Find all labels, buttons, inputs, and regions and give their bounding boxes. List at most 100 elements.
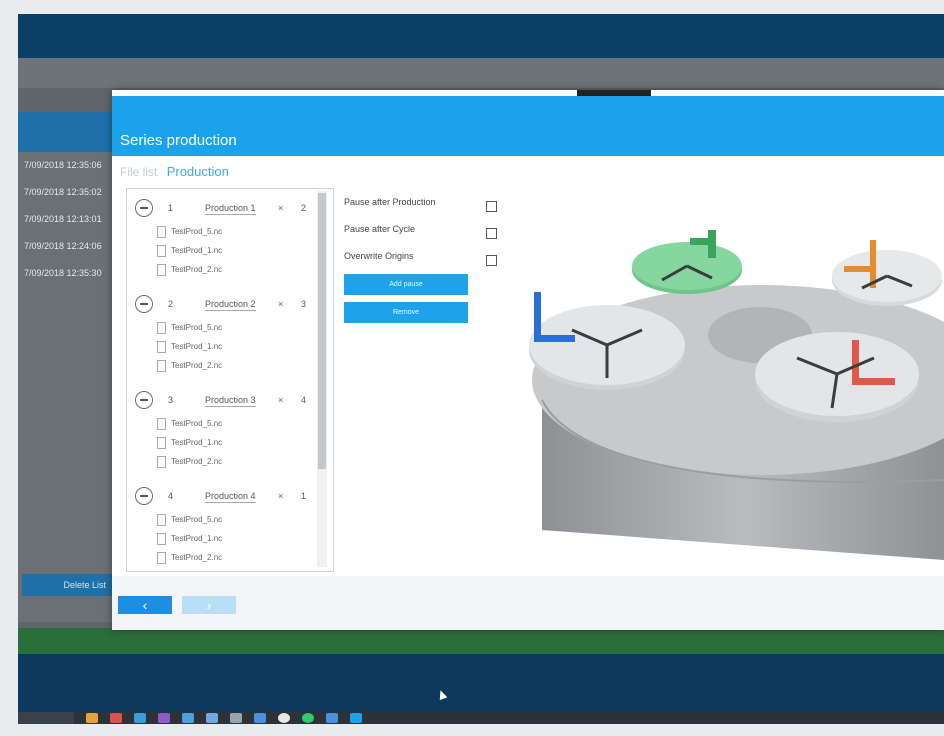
- production-number: 1: [168, 203, 174, 213]
- chevron-right-icon[interactable]: ›: [182, 596, 236, 614]
- pause-after-production-label: Pause after Production: [344, 197, 436, 207]
- pause-after-cycle-label: Pause after Cycle: [344, 224, 416, 234]
- minus-circle-icon[interactable]: [135, 391, 153, 409]
- production-name-field[interactable]: Production 4: [205, 491, 256, 503]
- file-row[interactable]: TestProd_2.nc: [135, 357, 315, 376]
- file-row[interactable]: TestProd_2.nc: [135, 453, 315, 472]
- app-toolbar-band: [18, 58, 944, 88]
- file-name: TestProd_5.nc: [171, 515, 223, 524]
- minus-circle-icon[interactable]: [135, 487, 153, 505]
- taskbar-app-icon[interactable]: [206, 713, 218, 723]
- taskbar-app-icon[interactable]: [110, 713, 122, 723]
- delete-list-button[interactable]: Delete List: [22, 574, 112, 596]
- option-row: Pause after Cycle: [344, 217, 504, 244]
- pause-after-cycle-checkbox[interactable]: [486, 228, 497, 239]
- taskbar-app-icon[interactable]: [158, 713, 170, 723]
- file-name: TestProd_1.nc: [171, 246, 223, 255]
- taskbar-app-icon[interactable]: [350, 713, 362, 723]
- production-number: 2: [168, 299, 174, 309]
- breadcrumb-file-list[interactable]: File list: [120, 165, 157, 179]
- file-name: TestProd_2.nc: [171, 457, 223, 466]
- add-pause-button[interactable]: Add pause: [344, 274, 468, 295]
- timestamp[interactable]: 7/09/2018 12:24:06: [18, 233, 112, 260]
- app-lower-band: [18, 654, 944, 712]
- multiplier-sign: ×: [278, 491, 284, 501]
- file-icon: [157, 226, 166, 238]
- file-row[interactable]: TestProd_1.nc: [135, 530, 315, 549]
- production-number: 4: [168, 491, 174, 501]
- taskbar-app-icon[interactable]: [278, 713, 290, 723]
- production-count[interactable]: 4: [301, 395, 306, 405]
- taskbar-app-icon[interactable]: [86, 713, 98, 723]
- overwrite-origins-label: Overwrite Origins: [344, 251, 414, 261]
- production-number: 3: [168, 395, 174, 405]
- file-row[interactable]: TestProd_2.nc: [135, 549, 315, 568]
- file-icon: [157, 245, 166, 257]
- machine-3d-view[interactable]: [512, 230, 944, 560]
- file-icon: [157, 437, 166, 449]
- chevron-left-icon[interactable]: ‹: [118, 596, 172, 614]
- production-count[interactable]: 1: [301, 491, 306, 501]
- timestamp[interactable]: 7/09/2018 12:35:02: [18, 179, 112, 206]
- breadcrumb: File list Production: [120, 164, 229, 179]
- file-icon: [157, 264, 166, 276]
- status-strip: [18, 628, 944, 654]
- file-icon: [157, 533, 166, 545]
- file-name: TestProd_2.nc: [171, 361, 223, 370]
- file-icon: [157, 341, 166, 353]
- pause-after-production-checkbox[interactable]: [486, 201, 497, 212]
- breadcrumb-current: Production: [166, 164, 229, 179]
- file-name: TestProd_5.nc: [171, 227, 223, 236]
- production-name-field[interactable]: Production 2: [205, 299, 256, 311]
- file-row[interactable]: TestProd_5.nc: [135, 415, 315, 434]
- taskbar: [18, 712, 944, 724]
- production-row: 3 Production 3 × 4: [135, 387, 315, 415]
- timestamp[interactable]: 7/09/2018 12:13:01: [18, 206, 112, 233]
- file-icon: [157, 418, 166, 430]
- file-name: TestProd_5.nc: [171, 323, 223, 332]
- file-icon: [157, 514, 166, 526]
- taskbar-app-icon[interactable]: [230, 713, 242, 723]
- taskbar-app-icon[interactable]: [326, 713, 338, 723]
- overwrite-origins-checkbox[interactable]: [486, 255, 497, 266]
- production-count[interactable]: 3: [301, 299, 306, 309]
- file-name: TestProd_1.nc: [171, 534, 223, 543]
- minus-circle-icon[interactable]: [135, 295, 153, 313]
- file-row[interactable]: TestProd_5.nc: [135, 319, 315, 338]
- remove-button[interactable]: Remove: [344, 302, 468, 323]
- production-row: 1 Production 1 × 2: [135, 195, 315, 223]
- file-name: TestProd_1.nc: [171, 438, 223, 447]
- file-row[interactable]: TestProd_1.nc: [135, 434, 315, 453]
- production-list-panel: 1 Production 1 × 2 TestProd_5.nc TestPro…: [126, 188, 334, 572]
- series-production-dialog: Series production File list Production 1…: [112, 90, 944, 630]
- taskbar-app-icon[interactable]: [134, 713, 146, 723]
- production-row: 2 Production 2 × 3: [135, 291, 315, 319]
- production-count[interactable]: 2: [301, 203, 306, 213]
- app-topbar: [18, 14, 944, 58]
- file-row[interactable]: TestProd_5.nc: [135, 511, 315, 530]
- production-item: 2 Production 2 × 3 TestProd_5.nc TestPro…: [135, 291, 315, 376]
- minus-circle-icon[interactable]: [135, 199, 153, 217]
- taskbar-app-icon[interactable]: [254, 713, 266, 723]
- taskbar-app-icon[interactable]: [302, 713, 314, 723]
- dialog-footer: ‹ ›: [112, 576, 944, 630]
- file-name: TestProd_2.nc: [171, 553, 223, 562]
- file-row[interactable]: TestProd_2.nc: [135, 261, 315, 280]
- scrollbar-thumb[interactable]: [318, 193, 326, 469]
- file-row[interactable]: TestProd_5.nc: [135, 223, 315, 242]
- taskbar-app-icon[interactable]: [182, 713, 194, 723]
- taskbar-search[interactable]: [18, 712, 74, 724]
- file-name: TestProd_1.nc: [171, 342, 223, 351]
- timestamp[interactable]: 7/09/2018 12:35:06: [18, 152, 112, 179]
- file-row[interactable]: TestProd_1.nc: [135, 338, 315, 357]
- option-row: Overwrite Origins: [344, 244, 504, 271]
- file-icon: [157, 552, 166, 564]
- pause-options: Pause after Production Pause after Cycle…: [344, 190, 504, 271]
- list-scrollbar[interactable]: [317, 191, 327, 567]
- file-row[interactable]: TestProd_1.nc: [135, 242, 315, 261]
- timestamp[interactable]: 7/09/2018 12:35:30: [18, 260, 112, 287]
- file-icon: [157, 360, 166, 372]
- file-name: TestProd_5.nc: [171, 419, 223, 428]
- production-name-field[interactable]: Production 3: [205, 395, 256, 407]
- production-name-field[interactable]: Production 1: [205, 203, 256, 215]
